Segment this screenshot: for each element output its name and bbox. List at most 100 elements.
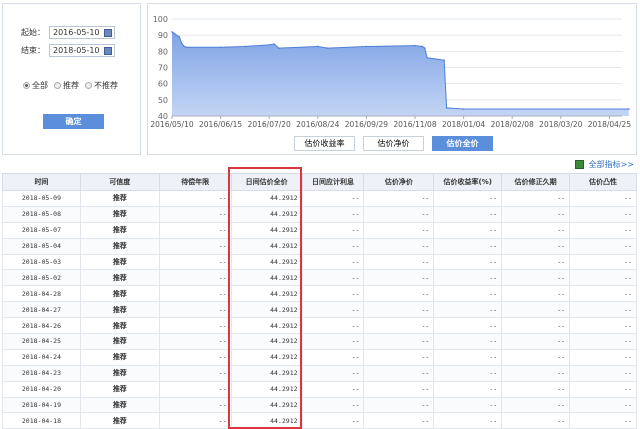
excel-icon[interactable] <box>574 160 584 169</box>
table-cell: 44.2912 <box>230 269 303 287</box>
column-header: 估价凸性 <box>569 173 637 191</box>
radio-not-recommended[interactable]: 不推荐 <box>85 80 118 91</box>
table-cell: -- <box>569 221 637 239</box>
table-cell: 推荐 <box>79 396 160 414</box>
radio-icon[interactable] <box>85 82 92 89</box>
table-cell: -- <box>433 285 503 303</box>
table-cell: -- <box>501 412 571 429</box>
radio-recommended[interactable]: 推荐 <box>54 80 79 91</box>
radio-icon[interactable] <box>54 82 61 89</box>
calendar-icon[interactable] <box>104 29 112 37</box>
table-cell: -- <box>158 412 232 429</box>
x-tick-label: 2018/03/20 <box>539 120 582 129</box>
table-cell: -- <box>501 380 571 398</box>
table-cell: -- <box>158 285 232 303</box>
table-row: 2018-05-02 推荐 -- 44.2912 -- -- -- -- -- <box>2 269 637 287</box>
data-point <box>183 45 185 48</box>
filter-panel: 起始： 2016-05-10 结束： 2018-05-10 全部 推荐 不推荐 … <box>2 3 141 155</box>
table-cell: 推荐 <box>79 205 160 223</box>
data-point <box>426 57 428 59</box>
valuation-table: 时间 可信度 待偿年限 日间估价全价 日间应计利息 估价净价 估价收益率(%) 估价修正久期估… <box>2 173 637 429</box>
table-cell: -- <box>301 190 365 207</box>
table-cell: 44.2912 <box>230 333 303 350</box>
table-cell: -- <box>363 380 435 398</box>
table-cell: -- <box>433 317 503 335</box>
column-header: 估价净价 <box>363 173 435 191</box>
price-chart: 4050607080901002016/05/10 2016/06/15 2016/… <box>150 15 631 129</box>
table-cell: 2018-04-24 <box>2 348 81 366</box>
table-cell: 2018-04-23 <box>2 364 81 382</box>
table-row: 2018-05-08 推荐 -- 44.2912 -- -- -- -- -- <box>2 205 637 223</box>
table-cell: -- <box>301 269 365 287</box>
calendar-icon[interactable] <box>104 47 112 55</box>
table-cell: -- <box>569 396 637 414</box>
table-cell: -- <box>433 364 503 382</box>
table-cell: 44.2912 <box>230 396 303 414</box>
table-cell: 2018-05-02 <box>2 269 81 287</box>
yield-chart-button[interactable]: 估价收益率 <box>294 136 355 151</box>
table-cell: 44.2912 <box>230 237 303 255</box>
table-cell: 2018-04-18 <box>2 412 81 429</box>
table-cell: -- <box>363 364 435 382</box>
all-indicators-label[interactable]: 全部指标>> <box>589 159 634 170</box>
table-cell: -- <box>158 205 232 223</box>
table-cell: -- <box>501 301 571 319</box>
table-cell: 44.2912 <box>230 253 303 271</box>
table-cell: -- <box>158 253 232 271</box>
radio-all[interactable]: 全部 <box>23 80 48 91</box>
table-cell: -- <box>433 221 503 239</box>
table-cell: 2018-05-03 <box>2 253 81 271</box>
table-cell: -- <box>363 237 435 255</box>
x-tick-label: 2018/02/08 <box>491 120 534 129</box>
y-tick-label: 90 <box>158 31 168 40</box>
table-row: 2018-05-07 推荐 -- 44.2912 -- -- -- -- -- <box>2 221 637 239</box>
y-tick-label: 50 <box>158 96 168 105</box>
table-cell: -- <box>301 364 365 382</box>
x-tick-label: 2016/05/10 <box>150 120 193 129</box>
table-row: 2018-05-03 推荐 -- 44.2912 -- -- -- -- -- <box>2 253 637 271</box>
table-cell: -- <box>158 380 232 398</box>
table-cell: -- <box>433 269 503 287</box>
table-cell: 2018-04-20 <box>2 380 81 398</box>
full-price-chart-button[interactable]: 估价全价 <box>432 136 493 151</box>
data-point <box>173 32 176 35</box>
table-cell: -- <box>569 253 637 271</box>
end-date-row: 结束： 2018-05-10 <box>21 44 115 57</box>
table-cell: -- <box>569 317 637 335</box>
table-cell: -- <box>569 285 637 303</box>
radio-icon[interactable] <box>23 82 30 89</box>
table-cell: -- <box>301 412 365 429</box>
table-cell: -- <box>363 301 435 319</box>
table-cell: -- <box>569 269 637 287</box>
table-cell: -- <box>501 269 571 287</box>
table-cell: 44.2912 <box>230 317 303 335</box>
table-cell: -- <box>569 205 637 223</box>
table-cell: 44.2912 <box>230 348 303 366</box>
end-date-input[interactable]: 2018-05-10 <box>49 44 115 57</box>
table-cell: -- <box>433 348 503 366</box>
table-cell: -- <box>569 364 637 382</box>
table-cell: -- <box>501 205 571 223</box>
column-header: 时间 <box>2 173 81 191</box>
table-cell: -- <box>363 412 435 429</box>
table-cell: 推荐 <box>79 253 160 271</box>
all-indicators-link[interactable]: 全部指标>> <box>574 159 634 170</box>
table-row: 2018-04-26 推荐 -- 44.2912 -- -- -- -- -- <box>2 317 637 335</box>
start-date-input[interactable]: 2016-05-10 <box>49 26 115 39</box>
column-header: 日间应计利息 <box>301 173 365 191</box>
data-point <box>326 47 329 49</box>
table-cell: 推荐 <box>79 317 160 335</box>
data-point <box>443 59 445 62</box>
data-point <box>421 45 424 48</box>
net-price-chart-button[interactable]: 估价净价 <box>363 136 424 151</box>
table-cell: 推荐 <box>79 364 160 382</box>
table-row: 2018-04-18 推荐 -- 44.2912 -- -- -- -- -- <box>2 412 637 429</box>
table-cell: -- <box>158 317 232 335</box>
table-cell: -- <box>301 333 365 350</box>
column-header: 日间估价全价 <box>230 173 303 191</box>
table-cell: -- <box>301 380 365 398</box>
table-cell: -- <box>301 285 365 303</box>
confirm-button[interactable]: 确定 <box>43 114 104 129</box>
column-header: 估价修正久期 <box>501 173 571 191</box>
table-cell: -- <box>501 364 571 382</box>
